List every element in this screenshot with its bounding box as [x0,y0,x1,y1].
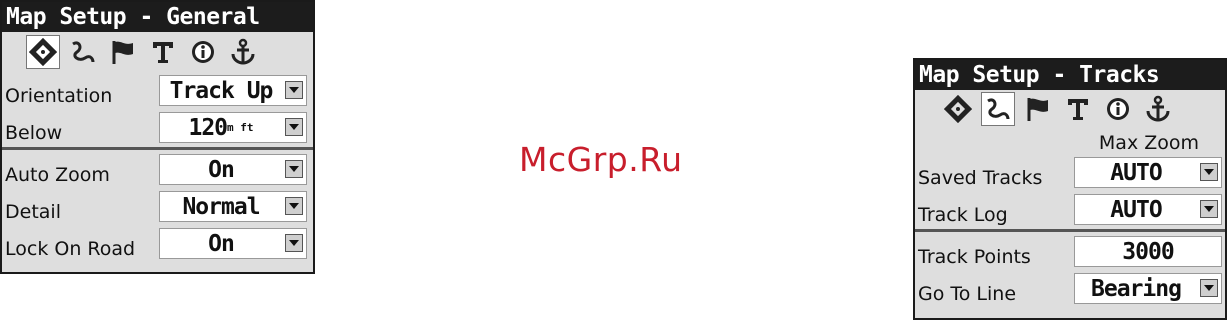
dropdown-arrow-icon[interactable] [285,160,303,178]
go-to-line-select[interactable]: Bearing [1074,273,1222,304]
tracks-icon [72,41,95,63]
detail-value: Normal [182,193,260,220]
dropdown-arrow-icon[interactable] [1200,279,1218,297]
tab-points[interactable] [1021,92,1055,126]
dropdown-arrow-icon[interactable] [285,81,303,99]
saved-tracks-select[interactable]: AUTO [1074,157,1222,188]
lock-on-road-label: Lock On Road [5,238,136,260]
saved-tracks-row: Saved Tracks AUTO [915,154,1225,191]
tab-general[interactable] [26,35,60,69]
tab-info[interactable] [1101,92,1135,126]
info-icon [192,41,214,63]
tab-text[interactable] [146,35,180,69]
tab-marine[interactable] [226,35,260,69]
points-icon [1027,98,1048,121]
divider [2,147,313,150]
go-to-line-row: Go To Line Bearing [915,270,1225,307]
below-value: 120 [188,114,228,141]
tab-marine[interactable] [1141,92,1175,126]
map-setup-tracks-screen: Map Setup - Tracks Max Zoom Saved Tracks… [913,58,1227,320]
text-icon [1068,99,1088,120]
tracks-icon [987,98,1010,120]
below-unit: m ft [227,121,254,134]
general-icon [944,95,972,123]
orientation-label: Orientation [5,85,113,107]
saved-tracks-label: Saved Tracks [918,167,1043,189]
track-points-label: Track Points [918,246,1031,268]
auto-zoom-row: Auto Zoom On [2,151,313,188]
column-header: Max Zoom [915,128,1225,154]
detail-label: Detail [5,201,61,223]
tab-bar [2,32,313,72]
divider [915,229,1225,232]
auto-zoom-value: On [208,156,235,183]
track-log-row: Track Log AUTO [915,191,1225,228]
track-points-value: 3000 [1122,238,1174,265]
below-select[interactable]: 120 m ft [159,112,307,143]
track-points-row: Track Points 3000 [915,233,1225,270]
lock-on-road-value: On [208,230,235,257]
tab-text[interactable] [1061,92,1095,126]
general-icon [29,38,57,66]
auto-zoom-label: Auto Zoom [5,164,110,186]
track-log-label: Track Log [918,204,1008,226]
track-log-value: AUTO [1110,196,1162,223]
tab-info[interactable] [186,35,220,69]
screen-title: Map Setup - Tracks [915,60,1225,90]
marine-anchor-icon [231,38,255,65]
detail-select[interactable]: Normal [159,191,307,222]
saved-tracks-value: AUTO [1110,159,1162,186]
points-icon [112,41,133,64]
lock-on-road-select[interactable]: On [159,228,307,259]
tab-points[interactable] [106,35,140,69]
tab-tracks[interactable] [66,35,100,69]
tab-general[interactable] [941,92,975,126]
dropdown-arrow-icon[interactable] [285,197,303,215]
lock-on-road-row: Lock On Road On [2,225,313,262]
below-row: Below 120 m ft [2,109,313,146]
tab-tracks[interactable] [981,92,1015,126]
max-zoom-header: Max Zoom [1098,132,1199,154]
below-label: Below [5,122,63,144]
go-to-line-value: Bearing [1091,275,1182,302]
map-setup-general-screen: Map Setup - General Orientation Track Up… [0,0,315,274]
marine-anchor-icon [1146,95,1170,122]
orientation-value: Track Up [169,77,274,104]
info-icon [1107,98,1129,120]
watermark-text: McGrp.Ru [519,140,683,179]
orientation-select[interactable]: Track Up [159,75,307,106]
below-value-wrap: 120 m ft [160,113,282,142]
tab-bar [915,90,1225,128]
track-log-select[interactable]: AUTO [1074,194,1222,225]
track-points-field[interactable]: 3000 [1074,236,1222,267]
dropdown-arrow-icon[interactable] [285,118,303,136]
dropdown-arrow-icon[interactable] [1200,200,1218,218]
detail-row: Detail Normal [2,188,313,225]
screen-title: Map Setup - General [2,2,313,32]
auto-zoom-select[interactable]: On [159,154,307,185]
orientation-row: Orientation Track Up [2,72,313,109]
go-to-line-label: Go To Line [918,283,1017,305]
text-icon [153,42,173,63]
dropdown-arrow-icon[interactable] [285,234,303,252]
dropdown-arrow-icon[interactable] [1200,163,1218,181]
